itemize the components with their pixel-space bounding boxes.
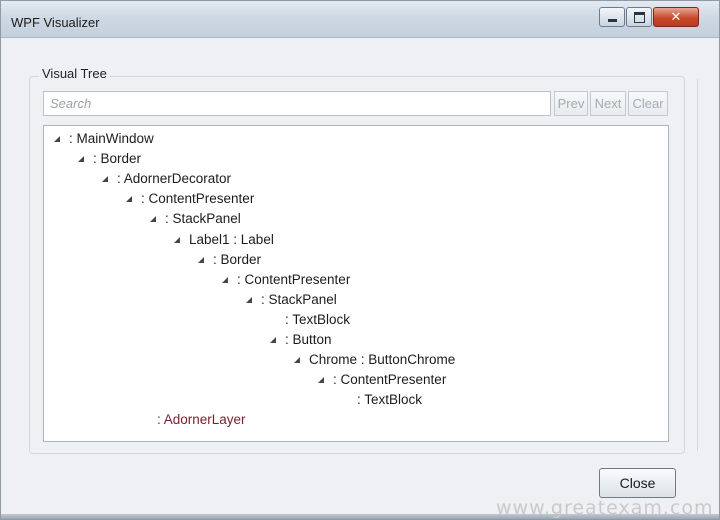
tree-item[interactable]: Chrome : ButtonChrome (294, 350, 455, 370)
tree-item-label: : AdornerDecorator (117, 171, 232, 187)
prev-button[interactable]: Prev (554, 91, 588, 116)
expand-arrow-icon[interactable] (102, 176, 108, 183)
tree-item[interactable]: : ContentPresenter (222, 270, 350, 290)
wpf-visualizer-window: WPF Visualizer ✕ Visual Tree Prev Next C… (0, 0, 720, 520)
tree-item-label: : ContentPresenter (237, 271, 351, 287)
expand-arrow-icon[interactable] (78, 156, 84, 163)
expand-arrow-icon[interactable] (150, 216, 156, 223)
tree-item[interactable]: : MainWindow (54, 129, 154, 149)
next-button[interactable]: Next (590, 91, 626, 116)
tree-item-label: : AdornerLayer (157, 412, 246, 428)
tree-item-label: : Button (285, 332, 332, 347)
expand-arrow-icon[interactable] (246, 296, 252, 303)
close-button[interactable]: Close (599, 468, 676, 498)
tree-item[interactable]: : AdornerDecorator (102, 169, 231, 189)
window-title: WPF Visualizer (11, 15, 100, 30)
tree-item[interactable]: : Button (270, 330, 332, 350)
visual-tree-view[interactable]: : MainWindow : Border : AdornerDecorator : … (43, 125, 669, 442)
visual-tree-label: Visual Tree (39, 66, 110, 81)
expand-arrow-icon[interactable] (126, 196, 132, 203)
close-icon: ✕ (670, 9, 682, 25)
tree-item[interactable]: : Border (78, 149, 141, 169)
tree-item-label: : ContentPresenter (333, 372, 447, 388)
tree-item[interactable]: : TextBlock (285, 310, 350, 330)
tree-item-label: : Border (93, 151, 142, 167)
tree-item[interactable]: : AdornerLayer (157, 410, 246, 430)
tree-item[interactable]: : StackPanel (246, 290, 337, 310)
tree-item[interactable]: : ContentPresenter (318, 370, 446, 390)
expand-arrow-icon[interactable] (318, 377, 324, 384)
expand-arrow-icon[interactable] (222, 276, 228, 283)
expand-arrow-icon[interactable] (54, 136, 60, 142)
tree-item[interactable]: : StackPanel (150, 209, 241, 229)
tree-item-label: Label1 : Label (189, 231, 274, 247)
title-bar[interactable]: WPF Visualizer ✕ (1, 1, 719, 38)
tree-item-label: : TextBlock (357, 392, 423, 408)
tree-item-label: : ContentPresenter (141, 191, 255, 207)
tree-item-label: : StackPanel (165, 211, 241, 227)
tree-item-label: : StackPanel (261, 291, 337, 307)
expand-arrow-icon[interactable] (198, 256, 204, 263)
tree-item[interactable]: : ContentPresenter (126, 189, 254, 209)
tree-item[interactable]: Label1 : Label (174, 230, 274, 250)
maximize-icon (633, 11, 645, 23)
expand-arrow-icon[interactable] (174, 236, 180, 243)
expand-arrow-icon[interactable] (294, 357, 300, 364)
minimize-icon (607, 19, 617, 22)
window-close-button[interactable]: ✕ (653, 7, 699, 27)
tree-item-label: : MainWindow (69, 131, 154, 146)
minimize-button[interactable] (599, 7, 625, 27)
expand-arrow-icon[interactable] (270, 337, 276, 343)
watermark: www.greatexam.com (496, 497, 714, 519)
tree-item[interactable]: : TextBlock (357, 390, 422, 410)
clear-button[interactable]: Clear (628, 91, 668, 116)
maximize-button[interactable] (626, 7, 652, 27)
tree-item-label: : TextBlock (285, 311, 351, 327)
tree-item[interactable]: : Border (198, 250, 261, 270)
tree-item-label: Chrome : ButtonChrome (309, 352, 456, 368)
tree-item-label: : Border (213, 251, 262, 267)
right-panel-edge (697, 79, 712, 451)
search-input[interactable] (43, 91, 551, 116)
